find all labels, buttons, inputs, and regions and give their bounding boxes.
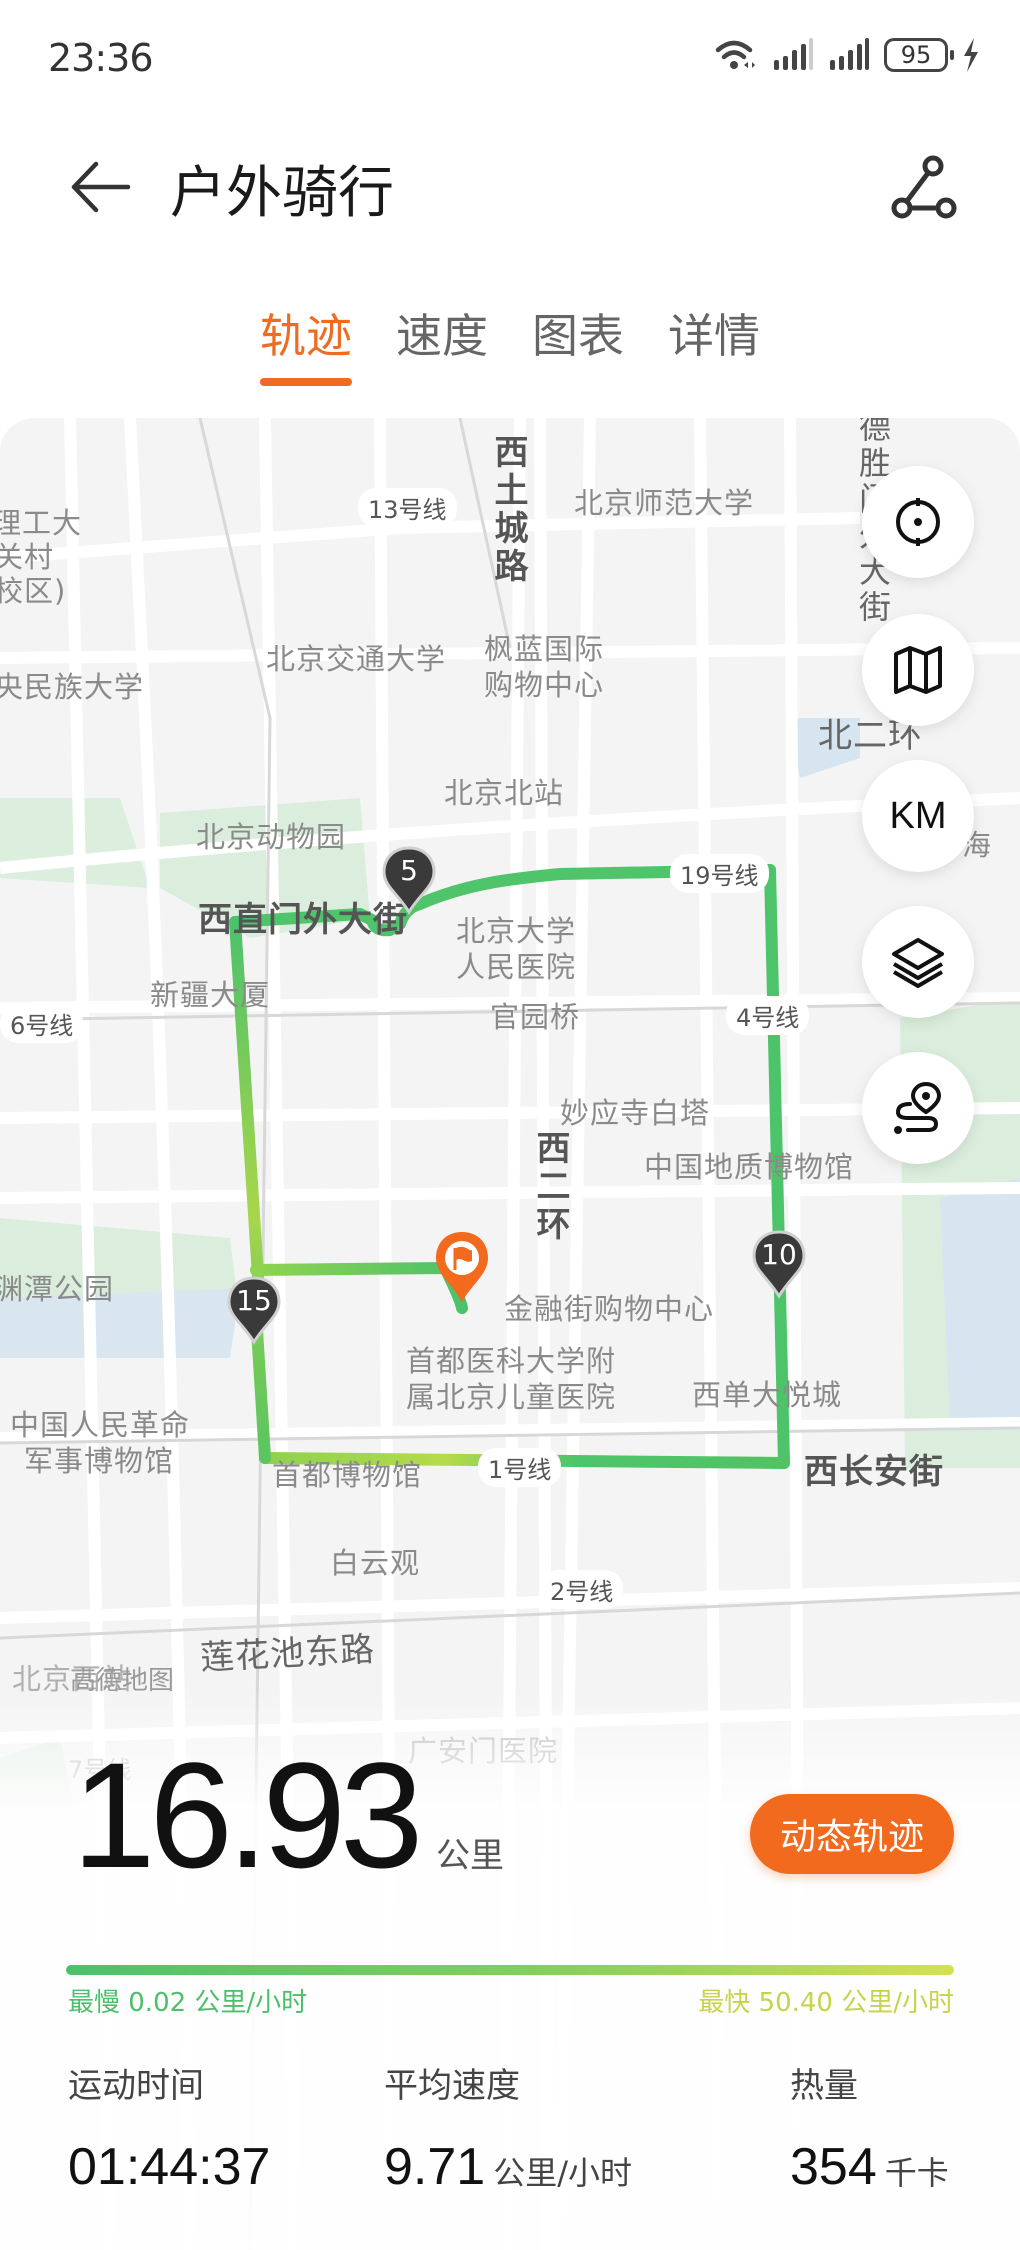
speed-gradient-bar bbox=[66, 1965, 954, 1975]
stat-number: 354 bbox=[790, 2138, 877, 2196]
stat-unit: 千卡 bbox=[884, 2154, 949, 2192]
layers-button[interactable] bbox=[862, 906, 974, 1018]
road-label: 西长安街 bbox=[804, 1452, 944, 1492]
subway-line-label: 4号线 bbox=[726, 996, 810, 1035]
unit-label: KM bbox=[889, 794, 947, 837]
stat-number: 9.71 bbox=[384, 2138, 486, 2196]
summary-panel: 16.93 公里 动态轨迹 最慢 0.02 公里/小时 最快 50.40 公里/… bbox=[0, 1690, 1020, 2250]
app-header: 户外骑行 bbox=[0, 130, 1020, 240]
signal-1-icon bbox=[774, 38, 813, 70]
arrow-left-icon bbox=[71, 161, 131, 213]
stat-duration: 运动时间 01:44:37 bbox=[68, 2058, 270, 2197]
stat-number: 01:44:37 bbox=[68, 2138, 271, 2196]
map-label: 首都博物馆 bbox=[272, 1458, 423, 1492]
map-label: 军事博物馆 bbox=[24, 1444, 175, 1478]
subway-line-label: 1号线 bbox=[478, 1448, 562, 1487]
stat-label: 运动时间 bbox=[68, 2066, 204, 2106]
locate-button[interactable] bbox=[862, 466, 974, 578]
locate-icon bbox=[896, 498, 940, 546]
road-label: 西土城路 bbox=[488, 434, 528, 586]
charging-icon bbox=[964, 38, 978, 72]
dynamic-track-button[interactable]: 动态轨迹 bbox=[750, 1794, 954, 1874]
road-label: 西二环 bbox=[530, 1130, 570, 1244]
map-label: 北京交通大学 bbox=[266, 642, 447, 676]
map-label: 新疆大厦 bbox=[150, 978, 271, 1012]
km-marker-5[interactable]: 5 bbox=[382, 846, 436, 916]
map-label: 白云观 bbox=[330, 1546, 421, 1580]
km-marker-label: 5 bbox=[400, 854, 418, 887]
map-icon bbox=[894, 646, 942, 694]
signal-2-icon bbox=[830, 38, 869, 70]
tab-bar: 轨迹 速度 图表 详情 bbox=[0, 300, 1020, 390]
road-label: 西直门外大街 bbox=[198, 900, 408, 940]
km-marker-label: 10 bbox=[761, 1238, 797, 1271]
back-button[interactable] bbox=[66, 152, 136, 222]
map-style-button[interactable] bbox=[862, 614, 974, 726]
map-label: 央民族大学 bbox=[0, 670, 145, 704]
layers-icon bbox=[892, 938, 944, 988]
distance-unit: 公里 bbox=[436, 1836, 504, 1876]
subway-line-label: 2号线 bbox=[540, 1570, 624, 1609]
status-icons: 95 bbox=[714, 38, 980, 72]
subway-line-label: 13号线 bbox=[358, 488, 457, 527]
map-label: 购物中心 bbox=[484, 668, 605, 702]
unit-toggle-button[interactable]: KM bbox=[862, 760, 974, 872]
finish-flag-marker[interactable] bbox=[432, 1230, 492, 1306]
route-button[interactable] bbox=[862, 1052, 974, 1164]
subway-line-label: 6号线 bbox=[0, 1004, 84, 1043]
flag-icon bbox=[436, 1232, 488, 1302]
stat-value: 354 千卡 bbox=[790, 2137, 949, 2197]
stat-label: 平均速度 bbox=[384, 2066, 520, 2106]
stat-label: 热量 bbox=[790, 2066, 858, 2106]
map-label: 北京北站 bbox=[444, 776, 565, 810]
map-label: 北京师范大学 bbox=[574, 486, 755, 520]
map-label: 妙应寺白塔 bbox=[560, 1096, 711, 1130]
subway-line-label: 19号线 bbox=[670, 854, 769, 893]
map-label: 渊潭公园 bbox=[0, 1272, 115, 1306]
stat-calories: 热量 354 千卡 bbox=[790, 2058, 949, 2197]
stat-value: 9.71 公里/小时 bbox=[384, 2137, 632, 2197]
share-button[interactable] bbox=[880, 146, 960, 226]
km-marker-15[interactable]: 15 bbox=[227, 1276, 281, 1346]
min-speed-label: 最慢 0.02 公里/小时 bbox=[68, 1988, 308, 2018]
max-speed-label: 最快 50.40 公里/小时 bbox=[698, 1988, 954, 2018]
map-label: 北京动物园 bbox=[196, 820, 347, 854]
route-icon bbox=[894, 1081, 942, 1134]
tab-track[interactable]: 轨迹 bbox=[260, 300, 352, 390]
tab-chart[interactable]: 图表 bbox=[532, 300, 624, 390]
stat-unit: 公里/小时 bbox=[493, 2154, 633, 2192]
status-time: 23:36 bbox=[48, 36, 154, 80]
map-label: 西单大悦城 bbox=[692, 1378, 843, 1412]
map-label: 中国地质博物馆 bbox=[644, 1150, 855, 1184]
page-title: 户外骑行 bbox=[170, 161, 394, 226]
stat-value: 01:44:37 bbox=[68, 2137, 270, 2197]
map-label: 校区) bbox=[0, 574, 67, 608]
map-label: 属北京儿童医院 bbox=[406, 1380, 617, 1414]
stat-avg-speed: 平均速度 9.71 公里/小时 bbox=[384, 2058, 632, 2197]
status-bar: 23:36 95 bbox=[0, 0, 1020, 120]
total-distance: 16.93 bbox=[72, 1731, 423, 1899]
wifi-icon bbox=[715, 40, 755, 69]
km-marker-label: 15 bbox=[236, 1284, 272, 1317]
km-marker-10[interactable]: 10 bbox=[752, 1230, 806, 1300]
battery-indicator: 95 bbox=[884, 38, 954, 72]
map-label: 金融街购物中心 bbox=[504, 1292, 715, 1326]
tab-details[interactable]: 详情 bbox=[668, 300, 760, 390]
road-label: 莲花池东路 bbox=[199, 1629, 377, 1679]
share-icon bbox=[891, 155, 957, 219]
map-label: 官园桥 bbox=[490, 1000, 581, 1034]
tab-speed[interactable]: 速度 bbox=[396, 300, 488, 390]
map-label: 人民医院 bbox=[456, 950, 577, 984]
